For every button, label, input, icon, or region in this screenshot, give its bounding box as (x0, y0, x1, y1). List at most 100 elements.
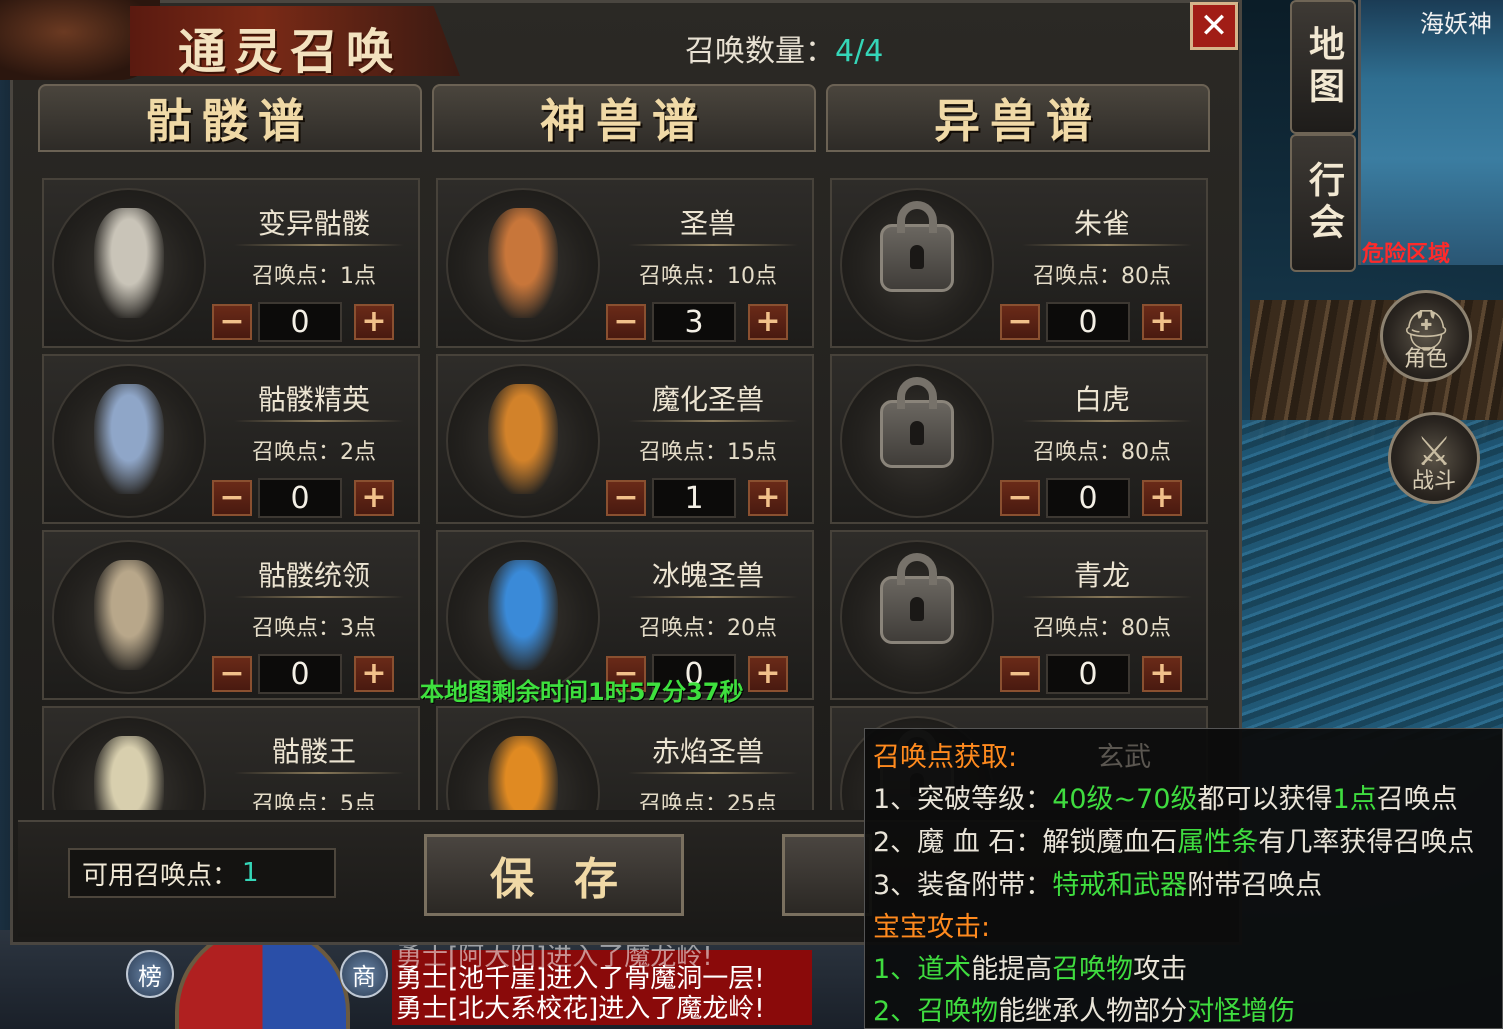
summon-cost: 召唤点：3点 (252, 616, 376, 641)
summon-portrait (52, 188, 206, 342)
decrease-button[interactable]: − (212, 304, 252, 340)
minimap-title: 海妖神 (1420, 10, 1492, 38)
tooltip-highlight: 2、 (873, 996, 918, 1027)
demon-holy-beast-figure (488, 384, 558, 494)
divider (234, 596, 404, 598)
decrease-button[interactable]: − (1000, 480, 1040, 516)
quantity-value[interactable]: 0 (1046, 302, 1130, 342)
tab-divine-beast-label: 神兽谱 (540, 94, 708, 148)
tab-exotic-beast-label: 异兽谱 (934, 94, 1102, 148)
tooltip-text: 能提高 (971, 954, 1053, 985)
summon-cost: 召唤点：10点 (639, 264, 777, 289)
helmet-icon: ⛑ (1400, 308, 1452, 354)
summon-name: 魔化圣兽 (651, 383, 764, 416)
role-button[interactable]: ⛑ 角色 (1380, 290, 1472, 382)
tab-exotic-beast[interactable]: 异兽谱 (826, 84, 1210, 152)
tooltip-highlight: 特戒和武器 (1052, 870, 1188, 901)
summon-portrait (446, 716, 600, 810)
flame-holy-beast-figure (488, 736, 558, 810)
guild-tab[interactable]: 行会 (1290, 134, 1356, 272)
quantity-value[interactable]: 1 (652, 478, 736, 518)
summon-name: 骷髅统领 (257, 559, 370, 592)
summon-name: 骷髅精英 (257, 383, 370, 416)
skeleton-king-figure (94, 736, 164, 810)
quantity-value[interactable]: 0 (258, 654, 342, 694)
increase-button[interactable]: + (748, 656, 788, 692)
tooltip-text: 能继承人物部分 (998, 996, 1188, 1027)
summon-card: 青龙 召唤点：80点 − 0 + (830, 530, 1208, 700)
tooltip-highlight: 召唤物 (1052, 954, 1134, 985)
battle-button[interactable]: ⚔ 战斗 (1388, 412, 1480, 504)
summon-cost: 召唤点：20点 (639, 616, 777, 641)
divider (628, 244, 798, 246)
tooltip-highlight: 属性条 (1177, 827, 1259, 858)
summon-card: 骷髅精英 召唤点：2点 − 0 + (42, 354, 420, 524)
decrease-button[interactable]: − (1000, 304, 1040, 340)
quantity-value[interactable]: 0 (258, 478, 342, 518)
summon-name: 骷髅王 (271, 735, 356, 768)
summon-name: 白虎 (1073, 383, 1130, 416)
tooltip-highlight: 1点 (1332, 784, 1377, 815)
summon-cost: 召唤点：25点 (639, 792, 777, 810)
secondary-button[interactable] (782, 834, 872, 916)
summon-card: 白虎 召唤点：80点 − 0 + (830, 354, 1208, 524)
tooltip-heading-text: 召唤点获取: (873, 742, 1018, 773)
decrease-button[interactable]: − (606, 304, 646, 340)
tab-skeleton[interactable]: 骷髅谱 (38, 84, 422, 152)
available-points-value: 1 (242, 858, 259, 888)
tooltip-ghost-text: 玄武 (1097, 742, 1152, 773)
decrease-button[interactable]: − (212, 480, 252, 516)
summon-cost: 召唤点：15点 (639, 440, 777, 465)
summon-portrait (840, 188, 994, 342)
summon-name: 朱雀 (1073, 207, 1130, 240)
tooltip-highlight: 1、 (873, 954, 918, 985)
decrease-button[interactable]: − (606, 480, 646, 516)
lock-icon (880, 201, 954, 292)
tooltip-text: 3、装备附带： (873, 870, 1053, 901)
summon-cost: 召唤点：80点 (1033, 616, 1171, 641)
map-tab[interactable]: 地图 (1290, 0, 1356, 134)
increase-button[interactable]: + (354, 480, 394, 516)
divider (628, 772, 798, 774)
system-chat: 勇士[阿大阳]进入了魔龙岭! 勇士[池千崖]进入了骨魔洞一层! 勇士[北大系校花… (392, 942, 812, 1025)
tooltip-highlight: 召唤物 (917, 996, 999, 1027)
skeleton-elite-figure (94, 384, 164, 494)
tooltip-line: 1、突破等级：40级~70级都可以获得1点召唤点 (873, 777, 1458, 816)
increase-button[interactable]: + (1142, 480, 1182, 516)
summon-cost: 召唤点：80点 (1033, 264, 1171, 289)
shop-button[interactable]: 商 (340, 950, 388, 998)
close-button[interactable]: ✕ (1190, 2, 1238, 50)
tab-divine-beast[interactable]: 神兽谱 (432, 84, 816, 152)
divider (1022, 420, 1192, 422)
tooltip-highlight: 40级~70级 (1052, 784, 1198, 815)
divider (628, 420, 798, 422)
increase-button[interactable]: + (748, 480, 788, 516)
tooltip-highlight: 对怪增伤 (1187, 996, 1296, 1027)
increase-button[interactable]: + (1142, 304, 1182, 340)
divider (234, 772, 404, 774)
save-button[interactable]: 保存 (424, 834, 684, 916)
tooltip-line: 2、魔 血 石：解锁魔血石属性条有几率获得召唤点 (873, 820, 1474, 859)
tooltip-heading: 召唤点获取: 玄武 (873, 735, 1151, 774)
summon-portrait (840, 540, 994, 694)
quantity-value[interactable]: 0 (1046, 654, 1130, 694)
increase-button[interactable]: + (354, 656, 394, 692)
quantity-value[interactable]: 3 (652, 302, 736, 342)
summon-count-label: 召唤数量： (685, 34, 835, 69)
minimap[interactable] (1358, 0, 1503, 265)
quantity-value[interactable]: 0 (258, 302, 342, 342)
decrease-button[interactable]: − (212, 656, 252, 692)
tooltip-highlight: 道术 (917, 954, 972, 985)
divider (628, 596, 798, 598)
decrease-button[interactable]: − (1000, 656, 1040, 692)
exotic-beast-column: 朱雀 召唤点：80点 − 0 + 白虎 召唤点：80点 − 0 + 青龙 召唤点… (830, 170, 1212, 810)
increase-button[interactable]: + (354, 304, 394, 340)
summon-card: 骷髅统领 召唤点：3点 − 0 + (42, 530, 420, 700)
summon-card: 圣兽 召唤点：10点 − 3 + (436, 178, 814, 348)
summon-portrait (52, 540, 206, 694)
danger-zone-label: 危险区域 (1362, 242, 1451, 267)
quantity-value[interactable]: 0 (1046, 478, 1130, 518)
rank-button[interactable]: 榜 (126, 950, 174, 998)
increase-button[interactable]: + (748, 304, 788, 340)
increase-button[interactable]: + (1142, 656, 1182, 692)
